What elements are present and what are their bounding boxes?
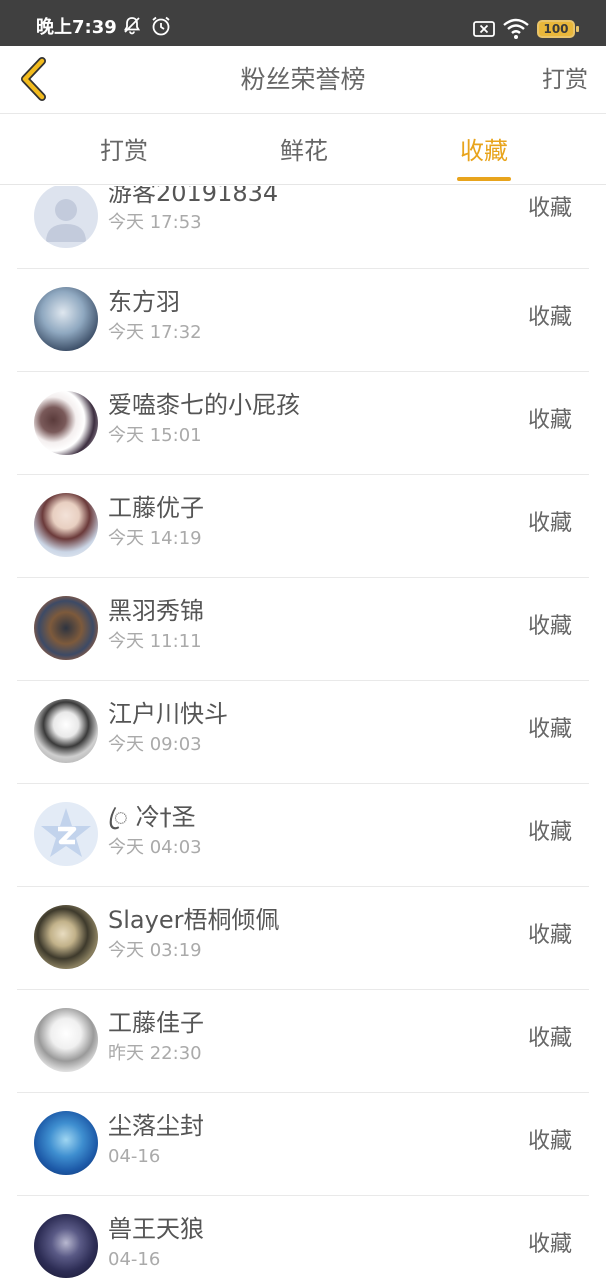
avatar: [34, 699, 98, 763]
list-item[interactable]: ꦿ 冷†圣 今天 04:03 收藏: [17, 784, 589, 887]
fan-name: 江户川快斗: [108, 700, 228, 728]
fan-name: 尘落尘封: [108, 1112, 204, 1140]
avatar: [34, 1008, 98, 1072]
active-tab-indicator: [457, 177, 511, 181]
fan-time: 今天 17:32: [108, 322, 202, 343]
battery-icon: 100: [537, 20, 579, 38]
fan-action: 收藏: [527, 511, 572, 536]
fan-action: 收藏: [527, 717, 572, 742]
fan-time: 今天 04:03: [108, 837, 202, 858]
sim-x-icon: [473, 21, 495, 37]
fan-list[interactable]: 游客20191834 今天 17:53 收藏 东方羽 今天 17:32 收藏 爱…: [0, 186, 606, 1280]
avatar: [34, 802, 98, 866]
fan-name: 黑羽秀锦: [108, 597, 204, 625]
wifi-icon: [503, 18, 529, 39]
list-item[interactable]: 黑羽秀锦 今天 11:11 收藏: [17, 578, 589, 681]
fan-name: 爱嗑桼七的小屁孩: [108, 391, 300, 419]
fan-action: 收藏: [527, 614, 572, 639]
page-title: 粉丝荣誉榜: [240, 65, 366, 94]
fan-time: 今天 09:03: [108, 734, 202, 755]
fan-name: 兽王天狼: [108, 1215, 204, 1243]
fan-name: 游客20191834: [108, 186, 279, 207]
fan-name: 工藤优子: [108, 494, 204, 522]
fan-action: 收藏: [527, 408, 572, 433]
avatar: [34, 186, 98, 248]
fan-action: 收藏: [527, 1026, 572, 1051]
list-item[interactable]: 尘落尘封 04-16 收藏: [17, 1093, 589, 1196]
list-item[interactable]: 工藤佳子 昨天 22:30 收藏: [17, 990, 589, 1093]
tab-favorites[interactable]: 收藏: [424, 135, 544, 167]
list-item[interactable]: 东方羽 今天 17:32 收藏: [17, 269, 589, 372]
tab-reward[interactable]: 打赏: [64, 135, 184, 167]
fan-action: 收藏: [527, 820, 572, 845]
avatar: [34, 1111, 98, 1175]
avatar: [34, 905, 98, 969]
chevron-left-icon: [21, 57, 46, 101]
fan-time: 今天 14:19: [108, 528, 202, 549]
fan-action: 收藏: [527, 1232, 572, 1257]
fan-action: 收藏: [527, 196, 572, 221]
alarm-icon: [152, 16, 170, 36]
list-item[interactable]: 工藤优子 今天 14:19 收藏: [17, 475, 589, 578]
fan-time: 今天 15:01: [108, 425, 202, 446]
fan-action: 收藏: [527, 923, 572, 948]
status-time: 晚上7:39: [36, 17, 117, 38]
list-item[interactable]: 游客20191834 今天 17:53 收藏: [17, 186, 589, 269]
fan-time: 04-16: [108, 1249, 161, 1270]
list-item[interactable]: Slayer梧桐倾佩 今天 03:19 收藏: [17, 887, 589, 990]
avatar: [34, 1214, 98, 1278]
fan-name: ꦿ 冷†圣: [108, 803, 196, 831]
avatar: [34, 287, 98, 351]
status-bar: 晚上7:39 100: [0, 0, 606, 46]
fan-action: 收藏: [527, 305, 572, 330]
default-person-avatar-icon: [46, 199, 86, 242]
fan-time: 今天 11:11: [108, 631, 202, 652]
list-item[interactable]: 兽王天狼 04-16 收藏: [17, 1196, 589, 1280]
fan-name: 工藤佳子: [108, 1009, 204, 1037]
avatar: [34, 493, 98, 557]
list-item[interactable]: 江户川快斗 今天 09:03 收藏: [17, 681, 589, 784]
bell-mute-icon: [123, 17, 141, 35]
reward-button[interactable]: 打赏: [542, 64, 588, 96]
tab-flowers[interactable]: 鲜花: [244, 135, 364, 167]
app-header: 粉丝荣誉榜 打赏: [0, 46, 606, 114]
fan-time: 今天 03:19: [108, 940, 202, 961]
list-item[interactable]: 爱嗑桼七的小屁孩 今天 15:01 收藏: [17, 372, 589, 475]
fan-action: 收藏: [527, 1129, 572, 1154]
battery-level: 100: [543, 22, 569, 36]
avatar: [34, 596, 98, 660]
avatar: [34, 391, 98, 455]
fan-time: 昨天 22:30: [108, 1043, 202, 1064]
fan-time: 04-16: [108, 1146, 161, 1167]
back-button[interactable]: [14, 56, 54, 102]
qq-default-avatar-icon: [41, 808, 91, 857]
tab-bar: 打赏 鲜花 收藏: [0, 115, 606, 185]
fan-name: 东方羽: [108, 288, 180, 316]
fan-name: Slayer梧桐倾佩: [108, 906, 280, 934]
fan-time: 今天 17:53: [108, 212, 202, 233]
